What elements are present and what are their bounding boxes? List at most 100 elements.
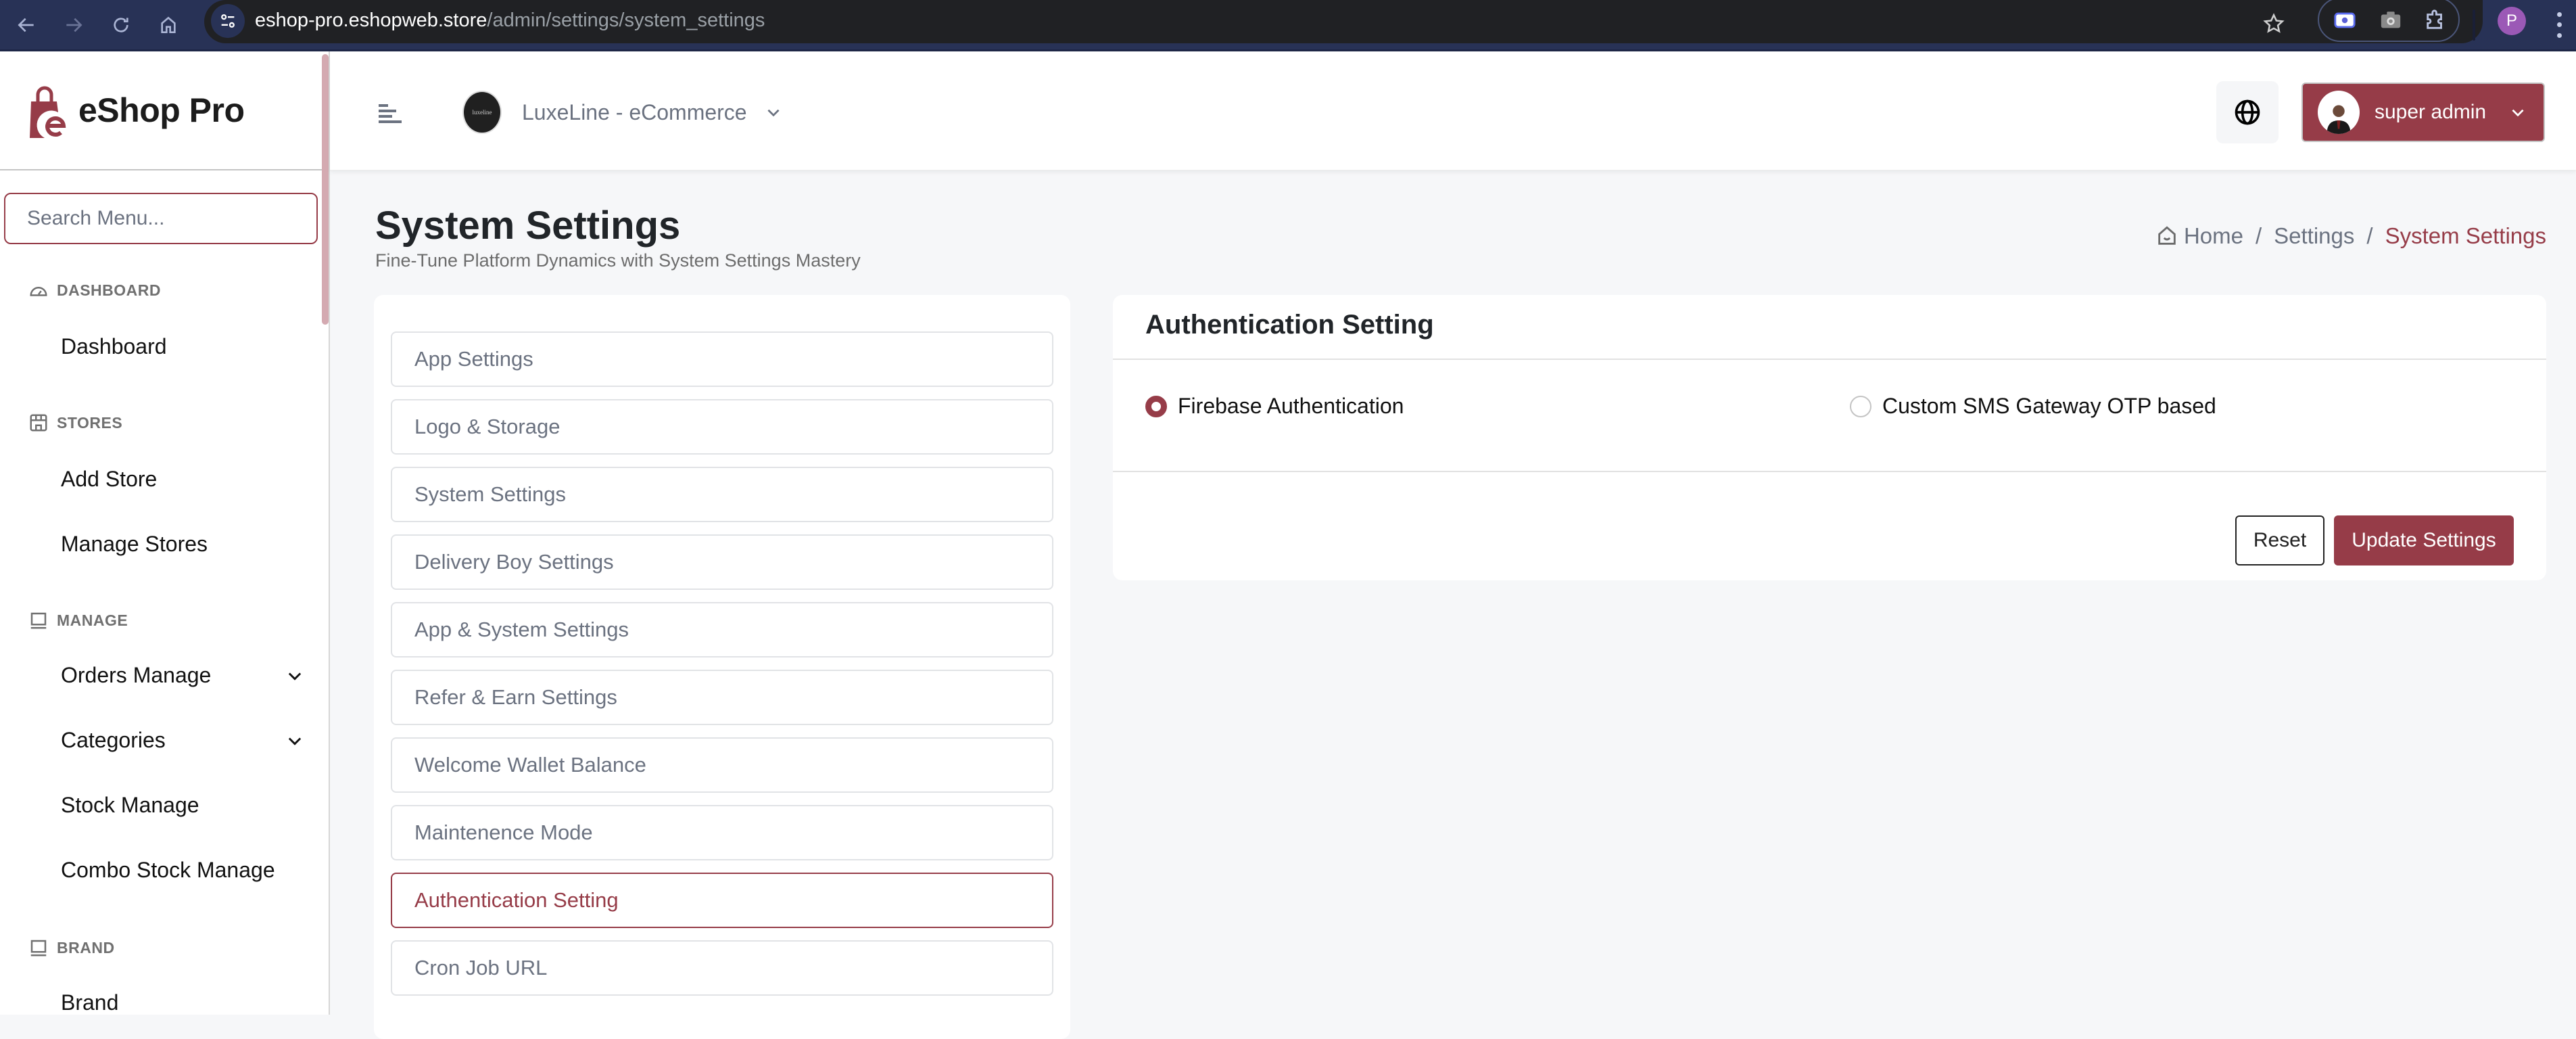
home-icon bbox=[2158, 226, 2176, 245]
section-title: MANAGE bbox=[57, 611, 128, 629]
sidebar-item-brand[interactable]: Brand bbox=[61, 990, 304, 1015]
page-subtitle: Fine-Tune Platform Dynamics with System … bbox=[375, 250, 861, 271]
search-menu-input[interactable] bbox=[4, 193, 318, 244]
card-divider bbox=[1113, 471, 2546, 472]
site-info-button[interactable] bbox=[211, 4, 245, 38]
sidebar-item-add-store[interactable]: Add Store bbox=[61, 467, 304, 492]
radio-button-checked[interactable] bbox=[1145, 395, 1167, 417]
brand-name: eShop Pro bbox=[78, 91, 245, 129]
sidebar-item-label: Categories bbox=[61, 728, 166, 752]
browser-toolbar: eshop-pro.eshopweb.store/admin/settings/… bbox=[0, 0, 2576, 51]
store-logo: luxeline bbox=[462, 91, 502, 134]
bookmark-button[interactable] bbox=[2257, 7, 2291, 41]
radio-label: Custom SMS Gateway OTP based bbox=[1882, 394, 2216, 418]
tune-icon bbox=[221, 14, 235, 28]
sidebar-item-combo-stock-manage[interactable]: Combo Stock Manage bbox=[61, 858, 304, 883]
url-path: /admin/settings/system_settings bbox=[487, 9, 765, 31]
section-title: DASHBOARD bbox=[57, 281, 161, 299]
settings-item-authentication[interactable]: Authentication Setting bbox=[391, 873, 1053, 928]
settings-item-label: Refer & Earn Settings bbox=[414, 685, 617, 709]
url-host: eshop-pro.eshopweb.store bbox=[255, 9, 487, 31]
globe-icon bbox=[2235, 99, 2260, 125]
forward-button[interactable] bbox=[57, 8, 91, 42]
url-text: eshop-pro.eshopweb.store/admin/settings/… bbox=[255, 9, 765, 32]
sidebar-item-stock-manage[interactable]: Stock Manage bbox=[61, 793, 304, 818]
profile-avatar[interactable]: P bbox=[2498, 7, 2526, 35]
user-menu-button[interactable]: super admin bbox=[2301, 83, 2545, 142]
settings-item-cron-job-url[interactable]: Cron Job URL bbox=[391, 940, 1053, 996]
authentication-setting-card: Authentication Setting Firebase Authenti… bbox=[1113, 295, 2546, 580]
radio-label: Firebase Authentication bbox=[1178, 394, 1404, 418]
settings-item-welcome-wallet[interactable]: Welcome Wallet Balance bbox=[391, 737, 1053, 793]
breadcrumb: Home / Settings / System Settings bbox=[2155, 223, 2546, 249]
sidebar-item-label: Orders Manage bbox=[61, 663, 212, 687]
address-bar[interactable]: eshop-pro.eshopweb.store/admin/settings/… bbox=[204, 0, 2483, 43]
user-avatar bbox=[2318, 91, 2360, 134]
reset-button[interactable]: Reset bbox=[2235, 515, 2324, 565]
camera-icon bbox=[2381, 11, 2401, 28]
sidebar-item-label: Brand bbox=[61, 990, 119, 1015]
store-switcher[interactable]: luxeline LuxeLine - eCommerce bbox=[462, 91, 782, 134]
gauge-icon bbox=[30, 287, 47, 296]
arrow-right-icon bbox=[66, 18, 82, 32]
section-dashboard: DASHBOARD bbox=[28, 280, 161, 300]
sidebar-brand[interactable]: eShop Pro bbox=[0, 51, 329, 170]
breadcrumb-separator: / bbox=[2255, 223, 2262, 248]
reload-icon bbox=[114, 18, 128, 32]
language-button[interactable] bbox=[2216, 81, 2279, 143]
laptop-icon bbox=[30, 612, 47, 629]
radio-button-unchecked[interactable] bbox=[1850, 395, 1871, 417]
arrow-left-icon bbox=[18, 18, 34, 32]
puzzle-icon bbox=[2427, 9, 2442, 29]
user-photo-icon bbox=[2327, 105, 2351, 134]
sidebar-item-label: Stock Manage bbox=[61, 793, 199, 817]
section-title: BRAND bbox=[57, 938, 115, 956]
settings-item-logo-storage[interactable]: Logo & Storage bbox=[391, 399, 1053, 455]
browser-menu-button[interactable] bbox=[2549, 9, 2569, 41]
section-title: STORES bbox=[57, 413, 123, 432]
settings-item-delivery-boy[interactable]: Delivery Boy Settings bbox=[391, 534, 1053, 590]
settings-item-app-system[interactable]: App & System Settings bbox=[391, 602, 1053, 657]
settings-menu-card: App Settings Logo & Storage System Setti… bbox=[374, 295, 1070, 1039]
settings-item-label: Authentication Setting bbox=[414, 888, 619, 912]
sidebar-item-label: Add Store bbox=[61, 467, 158, 491]
settings-item-label: Welcome Wallet Balance bbox=[414, 753, 646, 777]
breadcrumb-home[interactable]: Home bbox=[2184, 223, 2243, 249]
store-name: LuxeLine - eCommerce bbox=[522, 99, 747, 124]
radio-custom-sms-gateway[interactable]: Custom SMS Gateway OTP based bbox=[1850, 394, 2216, 419]
screen-record-extension[interactable] bbox=[2330, 5, 2360, 35]
settings-item-refer-earn[interactable]: Refer & Earn Settings bbox=[391, 670, 1053, 725]
card-divider bbox=[1113, 359, 2546, 360]
reload-button[interactable] bbox=[104, 8, 138, 42]
settings-item-label: App Settings bbox=[414, 347, 533, 371]
home-button[interactable] bbox=[151, 8, 185, 42]
sidebar-item-categories[interactable]: Categories bbox=[61, 728, 304, 753]
sidebar-item-orders-manage[interactable]: Orders Manage bbox=[61, 663, 304, 688]
section-manage: MANAGE bbox=[28, 610, 128, 630]
store-icon bbox=[30, 414, 47, 432]
sidebar-item-manage-stores[interactable]: Manage Stores bbox=[61, 532, 304, 557]
breadcrumb-separator: / bbox=[2366, 223, 2373, 248]
back-button[interactable] bbox=[9, 8, 43, 42]
radio-firebase-authentication[interactable]: Firebase Authentication bbox=[1145, 394, 1404, 419]
sidebar-item-dashboard[interactable]: Dashboard bbox=[61, 334, 304, 359]
sidebar-scrollbar[interactable] bbox=[322, 54, 329, 325]
extensions-button[interactable] bbox=[2420, 5, 2450, 35]
shopping-bag-logo-icon bbox=[30, 86, 67, 138]
store-logo-text: luxeline bbox=[472, 109, 492, 116]
chevron-down-icon bbox=[288, 737, 302, 745]
sidebar-item-label: Combo Stock Manage bbox=[61, 858, 275, 882]
settings-item-system-settings[interactable]: System Settings bbox=[391, 467, 1053, 522]
settings-item-maintenance-mode[interactable]: Maintenence Mode bbox=[391, 805, 1053, 860]
settings-item-label: App & System Settings bbox=[414, 618, 629, 641]
hamburger-menu-icon[interactable] bbox=[379, 104, 402, 123]
top-header: luxeline LuxeLine - eCommerce super admi… bbox=[330, 51, 2576, 170]
settings-item-app-settings[interactable]: App Settings bbox=[391, 331, 1053, 387]
breadcrumb-settings[interactable]: Settings bbox=[2274, 223, 2354, 249]
sidebar-item-label: Dashboard bbox=[61, 334, 167, 359]
update-settings-button[interactable]: Update Settings bbox=[2334, 515, 2514, 565]
settings-item-label: Delivery Boy Settings bbox=[414, 550, 614, 574]
screenshot-extension[interactable] bbox=[2376, 5, 2406, 35]
sidebar-item-label: Manage Stores bbox=[61, 532, 208, 556]
settings-item-label: Cron Job URL bbox=[414, 956, 548, 979]
